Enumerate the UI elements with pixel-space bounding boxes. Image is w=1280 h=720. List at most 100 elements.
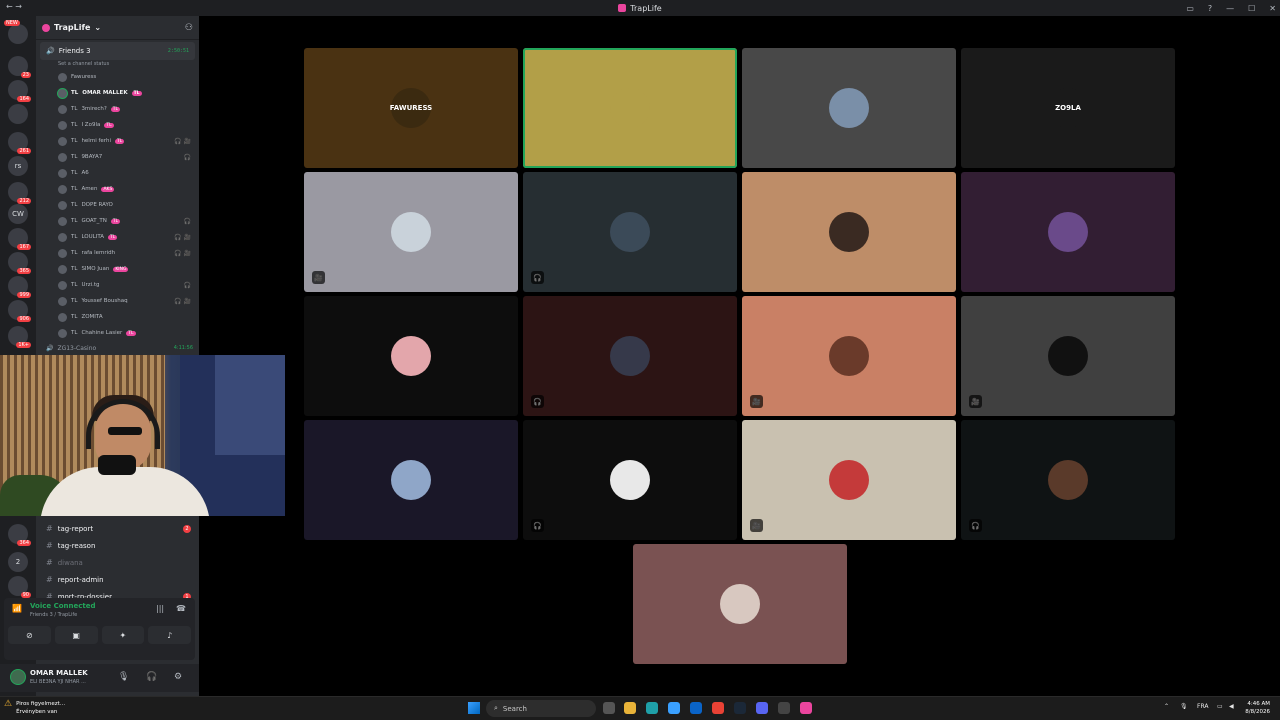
server-icon[interactable]: 365 — [8, 252, 31, 274]
participant-tile[interactable] — [523, 48, 737, 168]
hash-icon: # — [46, 558, 53, 567]
camera-off-icon: 🎥 — [750, 519, 763, 532]
voice-member[interactable]: TL OMAR MALLEK TL — [36, 85, 199, 101]
voice-member[interactable]: TL GOAT_TN TL 🎧 — [36, 213, 199, 229]
gear-icon[interactable]: ⚙ — [174, 672, 182, 682]
traplife-app-icon[interactable] — [800, 702, 812, 714]
server-icon[interactable]: 164 — [8, 80, 31, 102]
disconnect-icon[interactable]: ☎ — [176, 604, 186, 613]
edge-icon[interactable] — [646, 702, 658, 714]
activities-button[interactable]: ✦ — [101, 626, 145, 644]
server-icon[interactable]: CW — [8, 204, 28, 224]
voice-member[interactable]: TL I Zo9la TL — [36, 117, 199, 133]
weather-notification[interactable]: ⚠ Piros figyelmezt... Érvényben van — [4, 700, 65, 716]
volume-icon[interactable]: ◀ — [1229, 703, 1234, 710]
file-explorer-icon[interactable] — [624, 702, 636, 714]
windows-start-button[interactable] — [468, 702, 480, 714]
inbox-icon[interactable]: ▭ — [1186, 4, 1194, 13]
participant-tile[interactable]: 🎥 — [304, 172, 518, 292]
voice-member[interactable]: TL ZOMITA — [36, 309, 199, 325]
back-forward-icon[interactable]: ← → — [6, 2, 22, 11]
text-channel[interactable]: # tag-reason — [36, 537, 199, 554]
text-channel[interactable]: # diwana — [36, 554, 199, 571]
soundboard-button[interactable]: ♪ — [148, 626, 191, 644]
voice-member[interactable]: Fawuress — [36, 69, 199, 85]
voice-member[interactable]: TL SIMO Juan KING — [36, 261, 199, 277]
server-icon[interactable]: 212 — [8, 182, 31, 204]
avatar[interactable] — [10, 669, 26, 685]
voice-member[interactable]: TL LOULITA TL 🎧 🎥 — [36, 229, 199, 245]
screen-share-button[interactable]: ▣ — [54, 626, 98, 644]
participant-tile[interactable]: ZO9LA — [961, 48, 1175, 168]
server-icon[interactable]: 23 — [8, 56, 31, 78]
tray-chevron-icon[interactable]: ⌃ — [1164, 703, 1169, 710]
chrome-icon[interactable] — [712, 702, 724, 714]
server-icon[interactable]: rs — [8, 156, 28, 176]
server-icon[interactable] — [8, 104, 28, 124]
maximize-button[interactable]: ☐ — [1248, 4, 1255, 13]
participant-tile[interactable]: 🎥 — [961, 296, 1175, 416]
voice-member[interactable]: TL DOPE RAYO — [36, 197, 199, 213]
voice-member[interactable]: TL Amen AKS — [36, 181, 199, 197]
participant-tile[interactable] — [742, 172, 956, 292]
participant-tile[interactable]: 🎥 — [742, 420, 956, 540]
text-channel[interactable]: # report-admin — [36, 571, 199, 588]
server-icon[interactable]: 261 — [8, 132, 31, 154]
noise-suppression-icon[interactable]: ||| — [156, 604, 164, 613]
mic-tray-icon[interactable]: 🎙 — [1180, 703, 1188, 710]
voice-member[interactable]: TL Urzi.tg 🎧 — [36, 277, 199, 293]
headphones-icon[interactable]: 🎧 — [146, 672, 157, 682]
clock[interactable]: 4:46 AM 8/8/2026 — [1245, 700, 1270, 716]
camera-button[interactable]: ⊘ — [8, 626, 51, 644]
participant-tile[interactable]: 🎥 — [742, 296, 956, 416]
server-icon[interactable]: 2 — [8, 552, 28, 572]
signal-icon[interactable]: 📶 — [12, 604, 22, 613]
help-icon[interactable]: ? — [1208, 4, 1212, 13]
voice-channel-friends-3[interactable]: 🔊 Friends 3 2:50:51 — [40, 42, 195, 60]
participant-tile[interactable] — [742, 48, 956, 168]
text-channel[interactable]: # tag-report 2 — [36, 520, 199, 537]
server-icon[interactable]: 167 — [8, 228, 31, 250]
server-icon[interactable]: 90 — [8, 576, 31, 598]
network-icon[interactable]: ▭ — [1217, 703, 1223, 710]
participant-tile[interactable] — [961, 172, 1175, 292]
server-icon[interactable]: 999 — [8, 276, 31, 298]
voice-channel-zg13[interactable]: 🔊 ZG13-Casino 4:11:56 — [36, 341, 199, 355]
participant-tile[interactable] — [304, 420, 518, 540]
guild-header[interactable]: TrapLife ⌄ ⚇ — [36, 16, 199, 40]
participant-tile[interactable]: 🎧 — [961, 420, 1175, 540]
app-icon[interactable] — [778, 702, 790, 714]
voice-member[interactable]: TL Youssef Boushaq 🎧 🎥 — [36, 293, 199, 309]
mic-icon[interactable]: 🎙 — [118, 672, 129, 682]
server-icon[interactable]: 906 — [8, 300, 31, 322]
participant-tile[interactable]: 🎧 — [523, 420, 737, 540]
voice-member[interactable]: TL rafa lemridh 🎧 🎥 — [36, 245, 199, 261]
channel-status-input[interactable]: Set a channel status — [36, 60, 199, 67]
voice-member[interactable]: TL helmi ferhi TL 🎧 🎥 — [36, 133, 199, 149]
server-icon[interactable]: 364 — [8, 524, 31, 546]
voice-member[interactable]: TL 9BAYA7 🎧 — [36, 149, 199, 165]
language-indicator[interactable]: FRA — [1197, 703, 1208, 710]
participant-tile[interactable]: 🎧 — [523, 172, 737, 292]
server-icon[interactable] — [8, 24, 28, 44]
user-name[interactable]: OMAR MALLEK — [30, 669, 88, 677]
participant-tile[interactable]: 🎧 — [523, 296, 737, 416]
participant-tile[interactable] — [633, 544, 847, 664]
close-button[interactable]: ✕ — [1269, 4, 1276, 13]
voice-channel-path[interactable]: Friends 3 / TrapLife — [30, 612, 77, 618]
add-user-icon[interactable]: ⚇ — [185, 23, 193, 33]
minimize-button[interactable]: — — [1226, 4, 1234, 13]
server-icon[interactable]: 1K+ — [8, 326, 31, 348]
mail-icon[interactable] — [690, 702, 702, 714]
voice-member[interactable]: TL A6 — [36, 165, 199, 181]
task-view-icon[interactable] — [603, 702, 615, 714]
steam-icon[interactable] — [734, 702, 746, 714]
voice-member[interactable]: TL 3mirech? TL — [36, 101, 199, 117]
discord-icon[interactable] — [756, 702, 768, 714]
voice-status[interactable]: Voice Connected — [30, 602, 96, 610]
voice-member[interactable]: TL Chahine Lasier TL — [36, 325, 199, 341]
store-icon[interactable] — [668, 702, 680, 714]
taskbar-search[interactable]: ⌕ Search — [486, 700, 596, 717]
participant-tile[interactable] — [304, 296, 518, 416]
participant-tile[interactable]: FAWURESS — [304, 48, 518, 168]
